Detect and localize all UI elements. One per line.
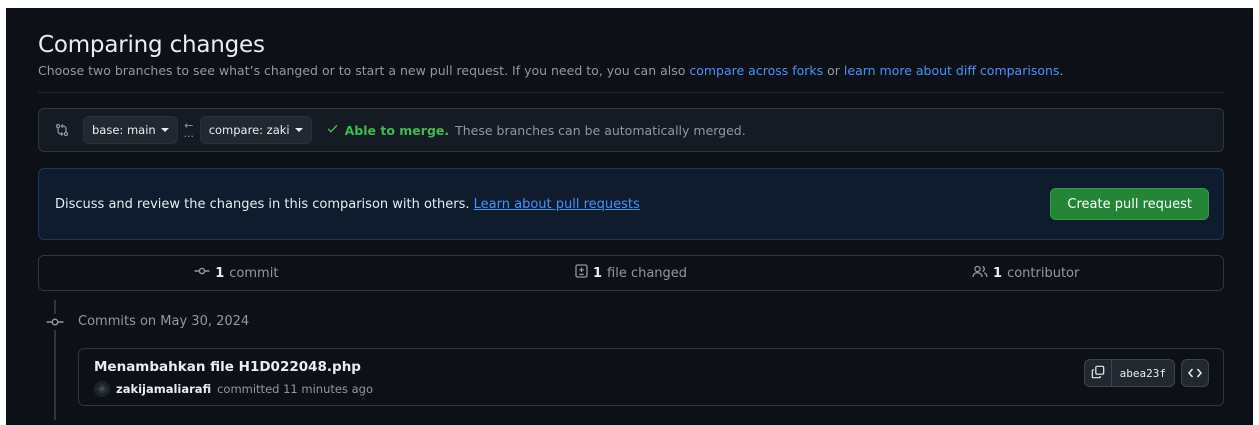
compare-forks-link[interactable]: compare across forks [689, 63, 823, 78]
create-pull-request-button[interactable]: Create pull request [1050, 188, 1209, 220]
caret-down-icon [294, 128, 303, 132]
compare-branch-label: compare: zaki [208, 123, 290, 137]
commit-item: Menambahkan file H1D022048.php zakijamal… [78, 348, 1224, 406]
git-commit-icon [46, 314, 64, 330]
merge-status-label: Able to merge. [344, 122, 450, 138]
subtitle-text: or [823, 63, 844, 78]
compare-branch-select[interactable]: compare: zaki [199, 116, 312, 144]
comparison-summary: 1 commit 1 file changed 1 contributor [38, 255, 1224, 291]
commits-date-heading: Commits on May 30, 2024 [78, 314, 250, 329]
page-title: Comparing changes [38, 32, 265, 58]
arrow-left-icon: ← ... [178, 120, 200, 140]
commits-summary[interactable]: 1 commit [39, 265, 434, 281]
commit-time: committed 11 minutes ago [217, 382, 373, 396]
file-diff-icon [575, 264, 588, 282]
commit-meta: zakijamaliarafi committed 11 minutes ago [94, 381, 373, 397]
git-compare-icon [55, 123, 69, 137]
divider [38, 92, 1224, 93]
commit-author-link[interactable]: zakijamaliarafi [116, 382, 211, 396]
base-branch-select[interactable]: base: main [83, 116, 178, 144]
base-branch-label: base: main [92, 123, 156, 137]
merge-status: Able to merge. These branches can be aut… [326, 122, 746, 138]
banner-text: Discuss and review the changes in this c… [55, 197, 640, 212]
commit-sha-link[interactable]: abea23f [1112, 360, 1174, 386]
commits-count: 1 [215, 265, 225, 281]
diff-comparisons-link[interactable]: learn more about diff comparisons [844, 63, 1060, 78]
sha-button-group: abea23f [1083, 359, 1175, 387]
avatar[interactable] [94, 381, 110, 397]
commit-actions: abea23f [1083, 359, 1209, 387]
browse-repository-button[interactable] [1181, 359, 1209, 387]
code-icon [1188, 364, 1202, 383]
git-commit-icon [194, 265, 210, 281]
merge-status-message: These branches can be automatically merg… [455, 122, 746, 138]
page-subtitle: Choose two branches to see what’s change… [38, 63, 1228, 78]
range-editor: base: main ← ... compare: zaki Able to m… [38, 108, 1224, 152]
caret-down-icon [160, 128, 169, 132]
banner-message: Discuss and review the changes in this c… [55, 196, 474, 212]
learn-pull-requests-link[interactable]: Learn about pull requests [474, 197, 640, 212]
files-count: 1 [592, 265, 603, 281]
commits-label: commit [229, 265, 279, 281]
people-icon [972, 265, 988, 282]
pull-request-banner: Discuss and review the changes in this c… [38, 168, 1224, 240]
files-label: file changed [607, 265, 688, 281]
contributors-summary[interactable]: 1 contributor [828, 265, 1223, 282]
copy-icon [1091, 364, 1105, 383]
subtitle-text: Choose two branches to see what’s change… [38, 63, 690, 78]
page-header: Comparing changes Choose two branches to… [38, 32, 1228, 78]
copy-sha-button[interactable] [1085, 360, 1112, 386]
check-icon [326, 122, 339, 138]
contributors-count: 1 [993, 265, 1003, 281]
files-summary[interactable]: 1 file changed [434, 264, 829, 282]
compare-page: Comparing changes Choose two branches to… [6, 8, 1253, 425]
subtitle-text: . [1059, 63, 1064, 78]
commit-title-link[interactable]: Menambahkan file H1D022048.php [94, 359, 361, 375]
arrow-dots: ... [183, 127, 194, 140]
contributors-label: contributor [1007, 265, 1080, 281]
